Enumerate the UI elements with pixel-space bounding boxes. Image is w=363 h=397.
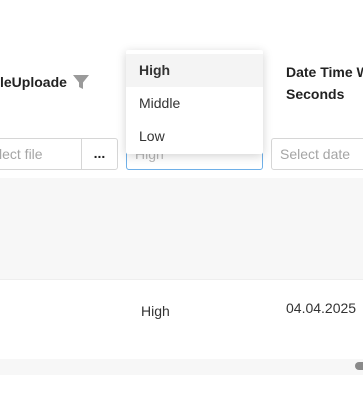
- dropdown-option-low[interactable]: Low: [126, 120, 263, 153]
- scrollbar-thumb[interactable]: [355, 362, 363, 370]
- cell-priority: High: [141, 303, 170, 319]
- horizontal-scrollbar[interactable]: [0, 359, 363, 375]
- column-header-date-time[interactable]: Date Time W Seconds: [286, 61, 363, 105]
- date-filter-input[interactable]: Select date: [271, 138, 363, 170]
- browse-button[interactable]: ...: [81, 138, 118, 170]
- column-header-file-upload[interactable]: leUploade: [0, 71, 67, 93]
- dropdown-option-high[interactable]: High: [126, 54, 263, 87]
- file-filter-input[interactable]: lect file: [0, 138, 82, 170]
- cell-date-time: 04.04.2025: [286, 300, 357, 316]
- grid-empty-area: [0, 178, 363, 279]
- priority-dropdown-list: High Middle Low: [126, 50, 263, 154]
- table-row[interactable]: [0, 279, 363, 360]
- dropdown-option-middle[interactable]: Middle: [126, 87, 263, 120]
- filter-funnel-icon[interactable]: [72, 73, 90, 91]
